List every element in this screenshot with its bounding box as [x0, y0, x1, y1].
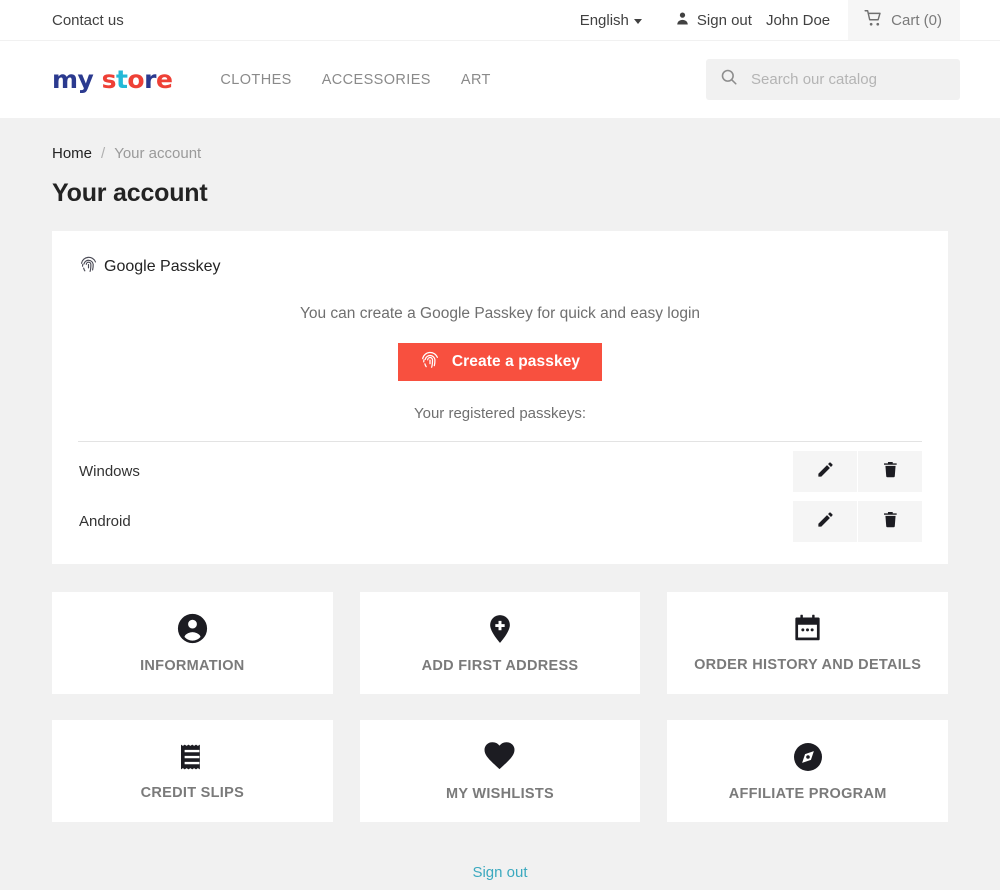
account-link-my-wishlists[interactable]: MY WISHLISTS — [359, 720, 641, 822]
page-title: Your account — [52, 179, 208, 207]
logo-my: my — [52, 65, 94, 94]
site-logo[interactable]: my store — [52, 65, 173, 94]
create-passkey-button-wrap: Create a passkey — [78, 343, 922, 381]
cart-label: Cart (0) — [891, 11, 942, 29]
calendar-icon — [792, 613, 823, 644]
account-link-label: ORDER HISTORY AND DETAILS — [694, 657, 922, 673]
chevron-down-icon — [633, 18, 642, 24]
logo-o: o — [127, 65, 145, 94]
logo-r: r — [144, 65, 156, 94]
account-link-label: INFORMATION — [140, 658, 245, 674]
receipt-icon — [177, 742, 207, 772]
breadcrumb-current: Your account — [114, 145, 202, 162]
signout-label-top: Sign out — [696, 11, 752, 29]
main-navigation: CLOTHES ACCESSORIES ART — [220, 72, 490, 88]
passkey-description: You can create a Google Passkey for quic… — [299, 305, 701, 322]
create-passkey-button[interactable]: Create a passkey — [397, 343, 603, 381]
passkey-name: Windows — [79, 462, 140, 480]
signout-link-footer[interactable]: Sign out — [472, 864, 527, 881]
search-input[interactable] — [749, 70, 946, 89]
user-name-link[interactable]: John Doe — [766, 12, 830, 29]
breadcrumb: Home / Your account — [52, 118, 948, 162]
passkey-row-actions — [793, 500, 922, 542]
cart-button[interactable]: Cart (0) — [848, 0, 960, 40]
passkey-row-actions — [793, 450, 922, 492]
breadcrumb-separator: / — [101, 145, 106, 162]
account-links-grid: INFORMATION ADD FIRST ADDRESS ORDER HIST… — [52, 592, 948, 822]
cart-icon — [864, 9, 883, 32]
heart-icon — [483, 740, 516, 773]
create-passkey-label: Create a passkey — [451, 353, 581, 370]
passkey-name: Android — [79, 512, 131, 530]
pencil-icon — [816, 510, 835, 532]
top-bar-right: English Sign out John Doe Cart (0) — [580, 0, 960, 40]
language-label: English — [579, 11, 629, 29]
signout-link-top[interactable]: Sign out — [674, 10, 752, 31]
fingerprint-icon — [420, 350, 440, 375]
trash-icon — [881, 510, 900, 532]
account-link-information[interactable]: INFORMATION — [52, 592, 333, 694]
trash-icon — [881, 460, 900, 482]
edit-passkey-button[interactable] — [793, 450, 857, 492]
account-link-order-history[interactable]: ORDER HISTORY AND DETAILS — [667, 592, 948, 694]
logo-t: t — [115, 65, 128, 94]
fingerprint-icon — [79, 255, 98, 279]
top-bar: Contact us English Sign out John Doe Car… — [0, 0, 1000, 40]
edit-passkey-button[interactable] — [793, 500, 857, 542]
nav-item-art[interactable]: ART — [461, 72, 491, 88]
account-link-label: ADD FIRST ADDRESS — [421, 657, 579, 674]
nav-item-clothes[interactable]: CLOTHES — [220, 72, 291, 88]
account-link-affiliate-program[interactable]: AFFILIATE PROGRAM — [667, 720, 948, 822]
account-link-label: CREDIT SLIPS — [140, 784, 245, 801]
person-circle-icon — [176, 612, 209, 645]
registered-passkeys-label: Your registered passkeys: — [413, 405, 587, 422]
pencil-icon — [816, 460, 835, 482]
logo-s: s — [101, 65, 117, 94]
delete-passkey-button[interactable] — [858, 450, 922, 492]
passkey-card-header: Google Passkey — [78, 255, 922, 279]
page-content: Home / Your account Your account Google … — [0, 118, 1000, 881]
footer-signout: Sign out — [52, 864, 948, 881]
search-box[interactable] — [706, 59, 960, 100]
site-header: my store CLOTHES ACCESSORIES ART — [0, 40, 1000, 118]
account-link-label: MY WISHLISTS — [445, 786, 555, 802]
search-icon — [720, 68, 738, 91]
delete-passkey-button[interactable] — [858, 500, 922, 542]
account-link-label: AFFILIATE PROGRAM — [728, 785, 887, 802]
logo-e: e — [155, 65, 173, 94]
contact-us-link[interactable]: Contact us — [52, 12, 124, 29]
passkey-card-title: Google Passkey — [104, 258, 221, 275]
breadcrumb-home[interactable]: Home — [52, 145, 92, 162]
account-link-credit-slips[interactable]: CREDIT SLIPS — [52, 720, 333, 822]
passkey-row: Windows — [78, 450, 922, 492]
google-passkey-card: Google Passkey You can create a Google P… — [52, 231, 948, 564]
compass-icon — [792, 741, 824, 773]
passkey-row: Android — [78, 500, 922, 542]
passkey-divider — [78, 441, 922, 442]
account-link-add-first-address[interactable]: ADD FIRST ADDRESS — [359, 592, 641, 694]
language-selector[interactable]: English — [580, 12, 642, 29]
nav-item-accessories[interactable]: ACCESSORIES — [322, 72, 431, 88]
map-pin-plus-icon — [484, 613, 516, 645]
user-icon — [674, 10, 691, 31]
